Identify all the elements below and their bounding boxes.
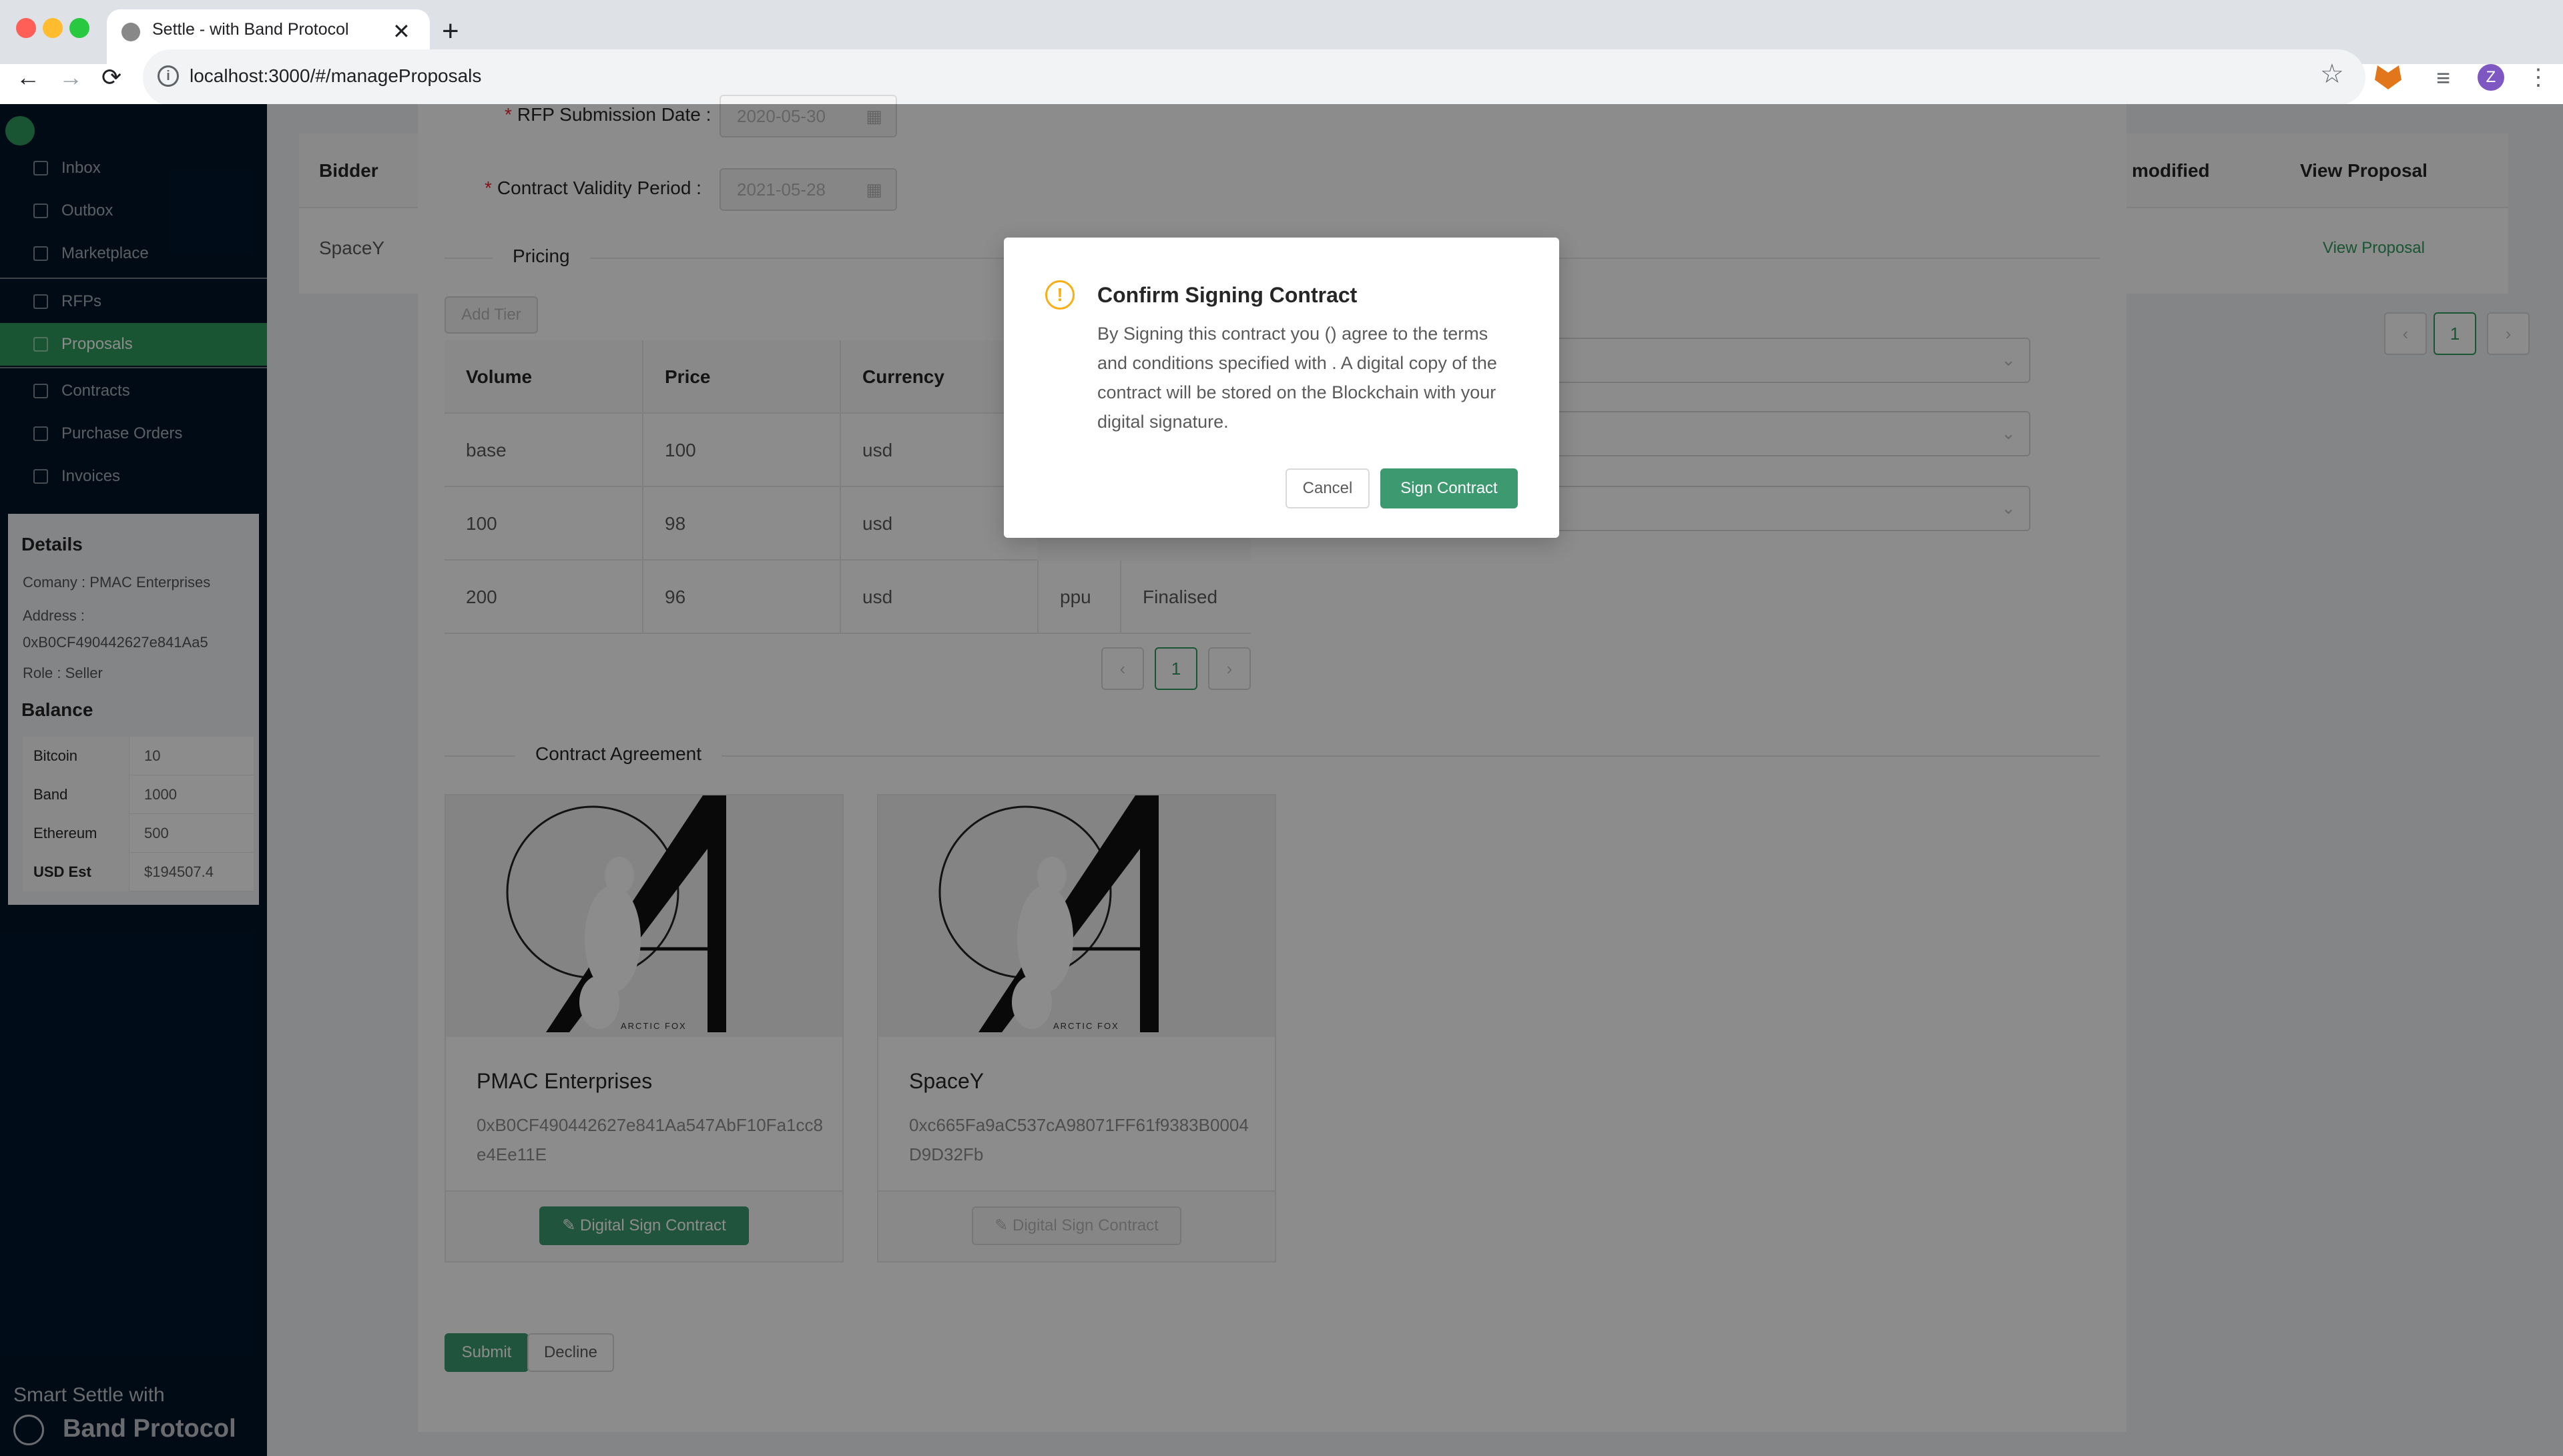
new-tab-icon[interactable]: +	[442, 15, 459, 48]
close-window-button[interactable]	[16, 18, 36, 38]
url-text[interactable]: localhost:3000/#/manageProposals	[190, 65, 481, 87]
back-icon[interactable]: ←	[16, 64, 40, 91]
profile-avatar[interactable]: Z	[2478, 64, 2504, 91]
favicon-icon	[121, 23, 140, 41]
exclamation-circle-icon: !	[1045, 280, 1075, 310]
modal-body: By Signing this contract you () agree to…	[1097, 324, 1497, 432]
tab-title: Settle - with Band Protocol	[152, 20, 349, 39]
chrome-menu-icon[interactable]: ⋮	[2527, 64, 2550, 91]
confirm-sign-modal: ! Confirm Signing Contract By Signing th…	[1004, 238, 1559, 538]
forward-icon[interactable]: →	[59, 64, 83, 91]
sign-contract-button[interactable]: Sign Contract	[1380, 468, 1518, 508]
reload-icon[interactable]: ⟳	[101, 63, 121, 92]
minimize-window-button[interactable]	[43, 18, 63, 38]
maximize-window-button[interactable]	[69, 18, 89, 38]
bookmark-star-icon[interactable]: ☆	[2320, 59, 2344, 89]
info-icon[interactable]: i	[158, 65, 179, 87]
close-tab-icon[interactable]: ✕	[392, 19, 410, 44]
modal-title: Confirm Signing Contract	[1097, 283, 1358, 307]
cancel-button[interactable]: Cancel	[1286, 468, 1370, 508]
address-bar[interactable]: i localhost:3000/#/manageProposals ☆	[143, 49, 2365, 105]
media-icon[interactable]: ≡	[2436, 64, 2450, 92]
